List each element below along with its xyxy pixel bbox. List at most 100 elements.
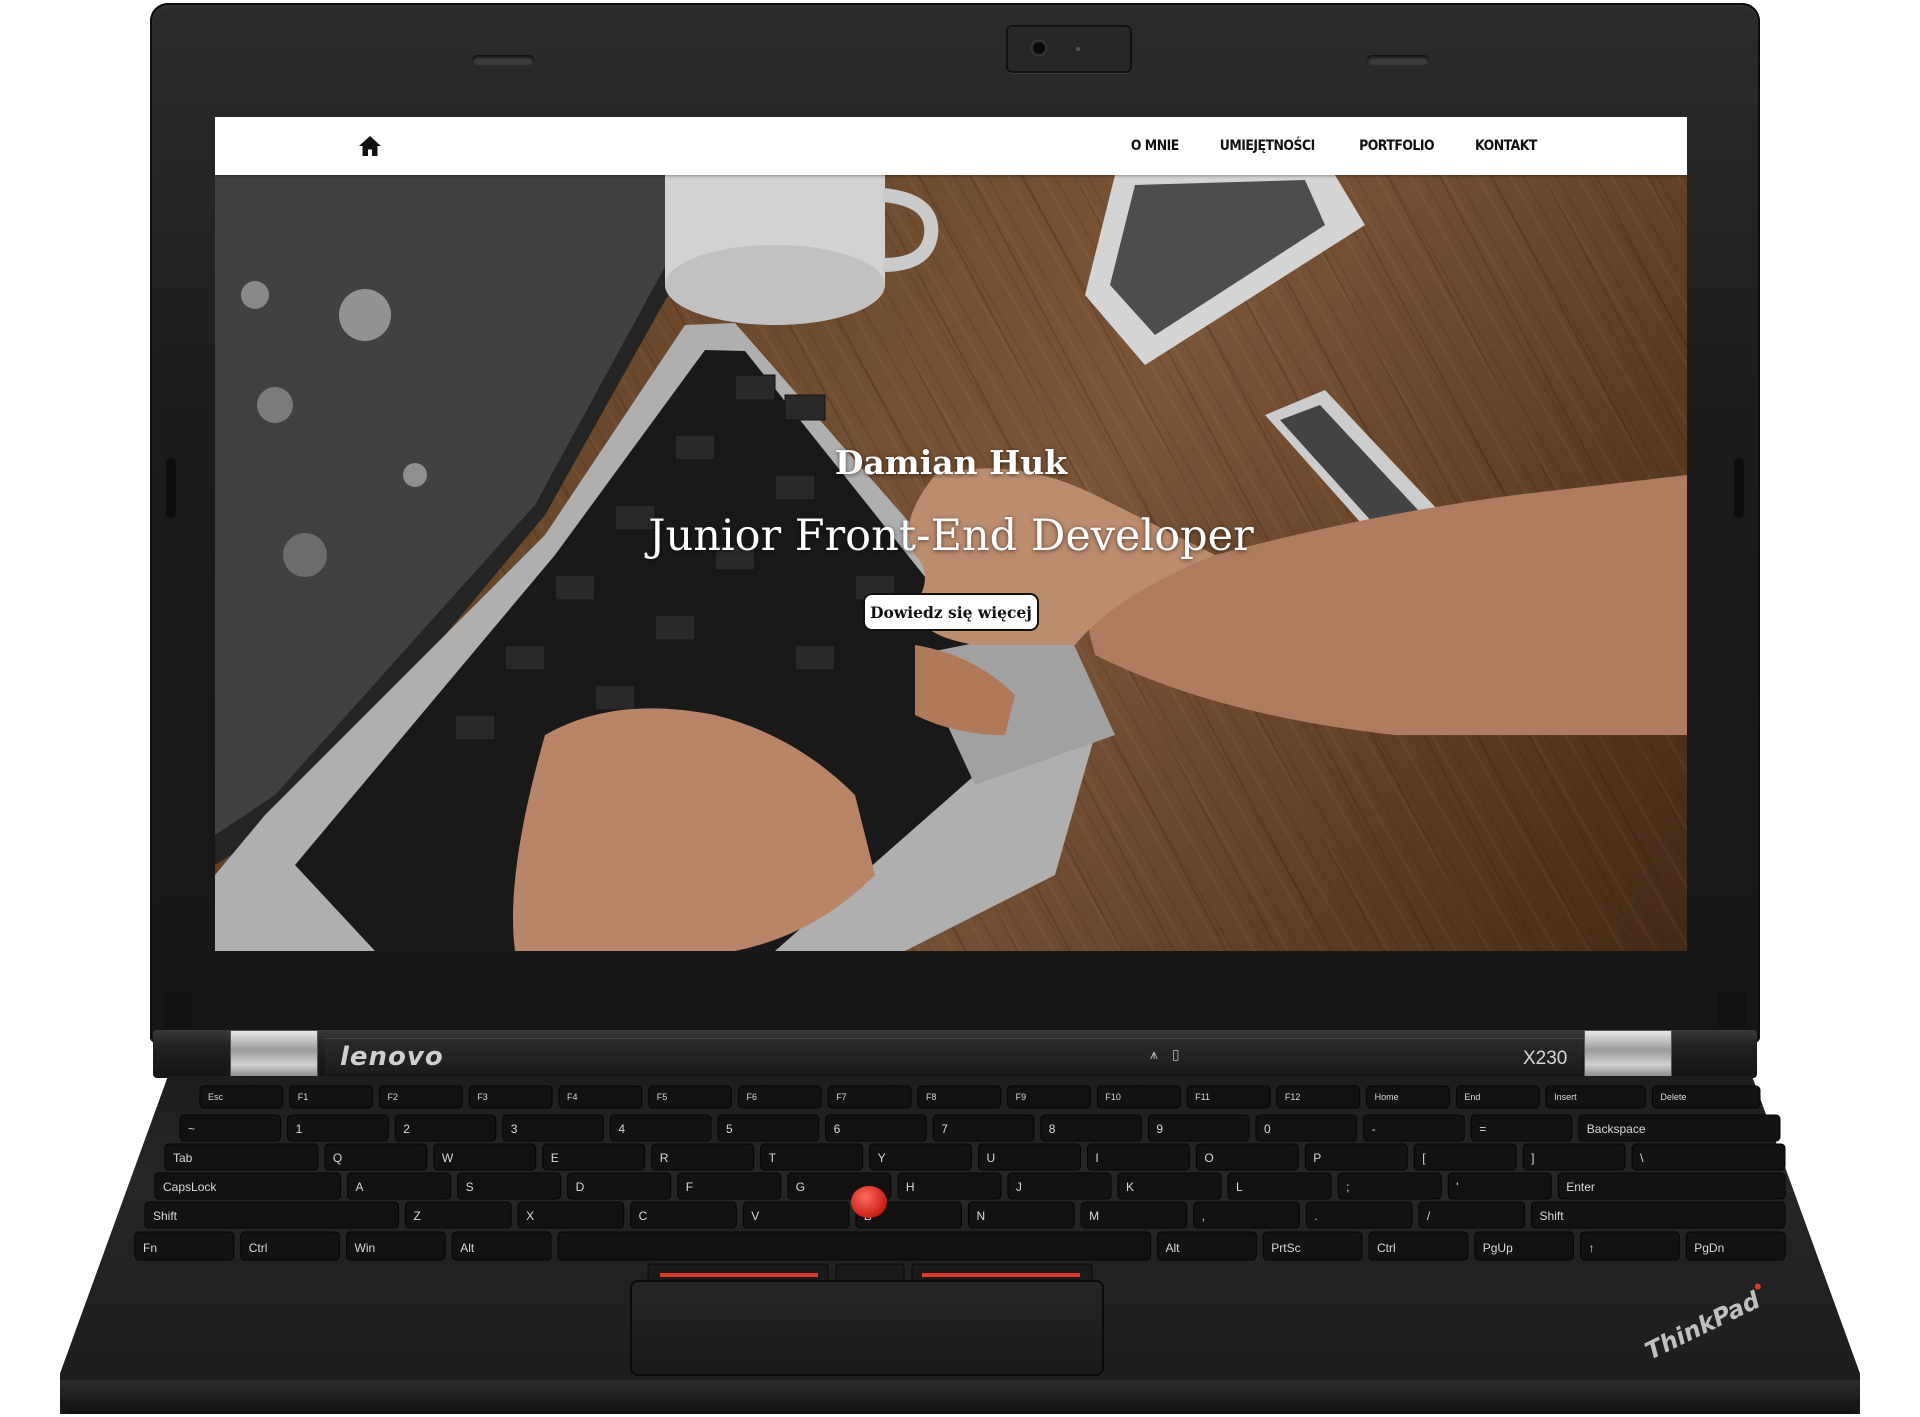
hero-section: Damian Huk Junior Front-End Developer Do…: [215, 175, 1687, 951]
keyboard-key[interactable]: [557, 1231, 1151, 1261]
keyboard-key-label: A: [356, 1180, 364, 1194]
keyboard-key-label: F2: [387, 1092, 398, 1102]
keyboard-key-label: Win: [355, 1241, 376, 1255]
home-link[interactable]: [357, 133, 383, 159]
keyboard-key[interactable]: [404, 1201, 512, 1229]
keyboard-key[interactable]: [1363, 1114, 1465, 1142]
keyboard-key[interactable]: [179, 1114, 282, 1142]
keyboard-key[interactable]: [932, 1114, 1035, 1142]
nav-menu: O MNIE UMIEJĘTNOŚCI PORTFOLIO KONTAKT: [1127, 117, 1542, 175]
keyboard-key[interactable]: [1227, 1172, 1332, 1200]
keyboard-key-label: R: [660, 1151, 669, 1165]
keyboard-key-label: F: [686, 1180, 693, 1194]
keyboard-key[interactable]: [1193, 1201, 1300, 1229]
keyboard-key[interactable]: [825, 1114, 927, 1142]
nav-link-o-mnie[interactable]: O MNIE: [1131, 138, 1179, 154]
battery-icon: ▯: [1171, 1047, 1194, 1063]
keyboard-key-label: K: [1126, 1180, 1134, 1194]
keyboard-key-label: F5: [657, 1092, 668, 1102]
keyboard-key-label: T: [769, 1151, 777, 1165]
touchpad[interactable]: [630, 1280, 1104, 1376]
keyboard-key-label: ]: [1531, 1151, 1534, 1165]
lid-vent-left: [472, 55, 534, 65]
keyboard-key[interactable]: [1305, 1201, 1413, 1229]
nav-link-umiejetnosci[interactable]: UMIEJĘTNOŚCI: [1220, 138, 1315, 154]
keyboard-key-label: 5: [726, 1122, 733, 1136]
keyboard-key-label: M: [1089, 1209, 1099, 1223]
keyboard-key-label: F7: [836, 1092, 847, 1102]
keyboard-key[interactable]: [287, 1114, 389, 1142]
keyboard-key-label: X: [526, 1209, 534, 1223]
keyboard-key[interactable]: [1040, 1114, 1142, 1142]
keyboard-key-label: 6: [834, 1122, 841, 1136]
keyboard-key-label: PrtSc: [1271, 1241, 1300, 1255]
keyboard-key-label: F4: [567, 1092, 578, 1102]
status-indicator-icons: ⩚▯: [1150, 1047, 1194, 1063]
keyboard-key[interactable]: [1531, 1201, 1786, 1229]
keyboard-key[interactable]: [1580, 1231, 1680, 1261]
keyboard-key-label: F1: [298, 1092, 309, 1102]
laptop-front-edge: [60, 1380, 1860, 1414]
hero-name: Damian Huk: [834, 443, 1068, 482]
keyboard-key-label: F8: [926, 1092, 937, 1102]
webcam: [1006, 25, 1132, 73]
keyboard-key-label: W: [442, 1151, 454, 1165]
wireless-icon: ⩚: [1150, 1047, 1172, 1063]
keyboard-key[interactable]: [1255, 1114, 1358, 1142]
keyboard-key[interactable]: [1147, 1114, 1250, 1142]
keyboard-key-label: S: [466, 1180, 474, 1194]
nav-link-portfolio[interactable]: PORTFOLIO: [1359, 138, 1434, 154]
keyboard-key-label: P: [1313, 1151, 1321, 1165]
hinge-metal-left: [230, 1030, 318, 1080]
lid-latch-right: [1734, 458, 1744, 518]
hinge-cap-left: [164, 992, 192, 1028]
keyboard-key-label: H: [906, 1180, 915, 1194]
keyboard-key-label: CapsLock: [163, 1180, 217, 1194]
keyboard-key-label: ;: [1346, 1180, 1349, 1194]
learn-more-button[interactable]: Dowiedz się więcej: [863, 593, 1039, 631]
keyboard-key-label: Home: [1375, 1092, 1399, 1102]
keyboard-key-label: PgDn: [1694, 1241, 1724, 1255]
keyboard-key[interactable]: [1086, 1143, 1190, 1171]
keyboard-key-label: Delete: [1660, 1092, 1686, 1102]
keyboard-key[interactable]: [1007, 1172, 1112, 1200]
keyboard-key-label: PgUp: [1483, 1241, 1513, 1255]
keyboard-key[interactable]: [502, 1114, 604, 1142]
keyboard-key-label: 8: [1049, 1122, 1056, 1136]
trackpoint[interactable]: [851, 1186, 887, 1218]
keyboard-key[interactable]: [1631, 1143, 1786, 1171]
keyboard-key-label: G: [796, 1180, 805, 1194]
keyboard-key[interactable]: [1522, 1143, 1626, 1171]
nav-link-kontakt[interactable]: KONTAKT: [1475, 138, 1537, 154]
keyboard-key-label: V: [751, 1209, 759, 1223]
keyboard-key[interactable]: [609, 1114, 712, 1142]
keyboard-key[interactable]: [1418, 1201, 1526, 1229]
keyboard-key[interactable]: [717, 1114, 820, 1142]
keyboard-key-label: L: [1236, 1180, 1243, 1194]
home-icon: [359, 136, 381, 156]
keyboard-key[interactable]: [1447, 1172, 1552, 1200]
keyboard-key-label: 4: [618, 1122, 625, 1136]
keyboard-key[interactable]: [1337, 1172, 1442, 1200]
keyboard-key-label: I: [1095, 1151, 1098, 1165]
keyboard-key-label: 0: [1264, 1122, 1271, 1136]
keyboard-key-label: F6: [746, 1092, 757, 1102]
keyboard-key-label: Q: [333, 1151, 342, 1165]
keyboard-key-label: Y: [878, 1151, 886, 1165]
keyboard-key-label: 2: [403, 1122, 410, 1136]
keyboard-key-label: Insert: [1554, 1092, 1577, 1102]
keyboard-key[interactable]: [1413, 1143, 1517, 1171]
keyboard-key-label: F3: [477, 1092, 488, 1102]
keyboard-key-label: End: [1464, 1092, 1480, 1102]
keyboard-key[interactable]: [1470, 1114, 1573, 1142]
keyboard-key[interactable]: [144, 1201, 399, 1229]
keyboard-key-label: 7: [941, 1122, 948, 1136]
keyboard-key-label: 1: [296, 1122, 303, 1136]
hero-content: Damian Huk Junior Front-End Developer Do…: [215, 175, 1687, 951]
keyboard-key[interactable]: [394, 1114, 497, 1142]
keyboard-key-label: Shift: [153, 1209, 178, 1223]
keyboard-key[interactable]: [677, 1172, 782, 1200]
keyboard-key-label: .: [1314, 1209, 1317, 1223]
webcam-lens-icon: [1030, 39, 1048, 57]
site-navbar: O MNIE UMIEJĘTNOŚCI PORTFOLIO KONTAKT: [215, 117, 1687, 175]
